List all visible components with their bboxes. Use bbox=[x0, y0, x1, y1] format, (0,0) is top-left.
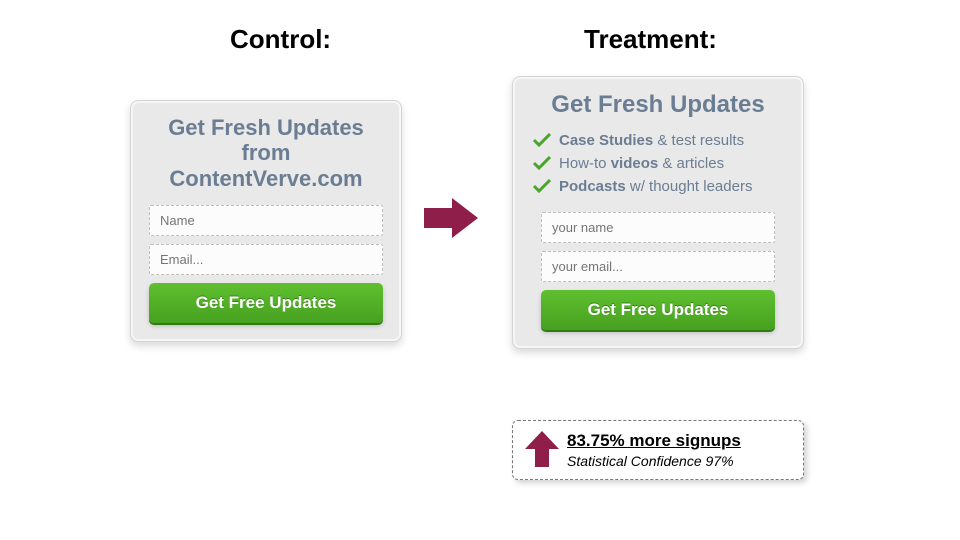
bullet-item: How-to videos & articles bbox=[533, 152, 785, 175]
arrow-up-icon bbox=[525, 431, 559, 469]
treatment-name-input[interactable] bbox=[541, 212, 775, 243]
result-subtitle: Statistical Confidence 97% bbox=[567, 453, 791, 469]
treatment-bullets: Case Studies & test results How-to video… bbox=[533, 129, 785, 198]
bullet-item: Case Studies & test results bbox=[533, 129, 785, 152]
check-icon bbox=[533, 179, 551, 193]
heading-control: Control: bbox=[230, 24, 331, 55]
result-callout: 83.75% more signups Statistical Confiden… bbox=[512, 420, 804, 480]
control-name-input[interactable] bbox=[149, 205, 383, 236]
control-form-card: Get Fresh Updates from ContentVerve.com … bbox=[130, 100, 402, 342]
control-email-input[interactable] bbox=[149, 244, 383, 275]
control-title: Get Fresh Updates from ContentVerve.com bbox=[149, 115, 383, 191]
treatment-form-card: Get Fresh Updates Case Studies & test re… bbox=[512, 76, 804, 349]
check-icon bbox=[533, 133, 551, 147]
control-cta-button[interactable]: Get Free Updates bbox=[149, 283, 383, 323]
treatment-email-input[interactable] bbox=[541, 251, 775, 282]
treatment-cta-button[interactable]: Get Free Updates bbox=[541, 290, 775, 330]
check-icon bbox=[533, 156, 551, 170]
bullet-item: Podcasts w/ thought leaders bbox=[533, 175, 785, 198]
treatment-title: Get Fresh Updates bbox=[531, 91, 785, 119]
result-title: 83.75% more signups bbox=[567, 431, 791, 451]
heading-treatment: Treatment: bbox=[584, 24, 717, 55]
arrow-right-icon bbox=[424, 196, 480, 240]
